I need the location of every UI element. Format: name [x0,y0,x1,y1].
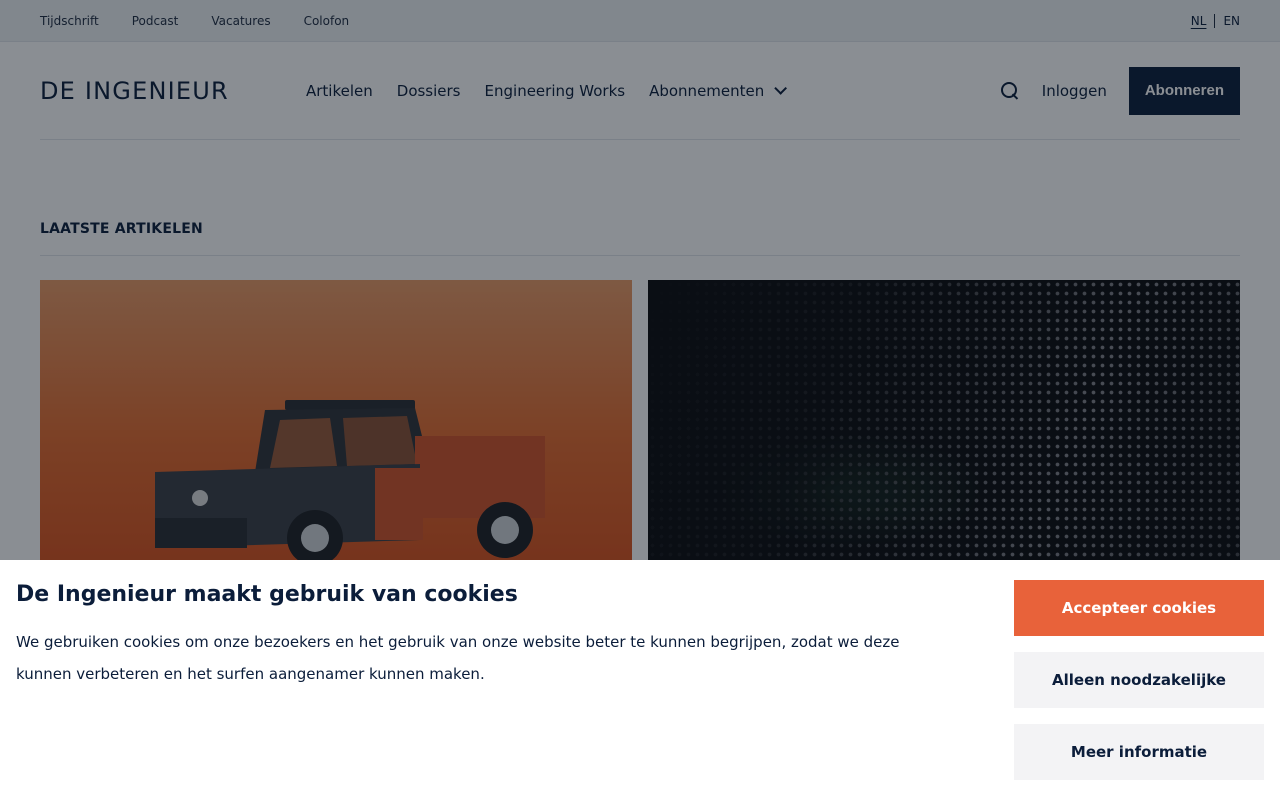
accept-cookies-button[interactable]: Accepteer cookies [1014,580,1264,636]
cookie-title: De Ingenieur maakt gebruik van cookies [16,582,518,607]
cookie-banner: De Ingenieur maakt gebruik van cookies W… [0,560,1280,800]
more-info-button[interactable]: Meer informatie [1014,724,1264,780]
necessary-cookies-button[interactable]: Alleen noodzakelijke [1014,652,1264,708]
cookie-description: We gebruiken cookies om onze bezoekers e… [16,633,900,683]
